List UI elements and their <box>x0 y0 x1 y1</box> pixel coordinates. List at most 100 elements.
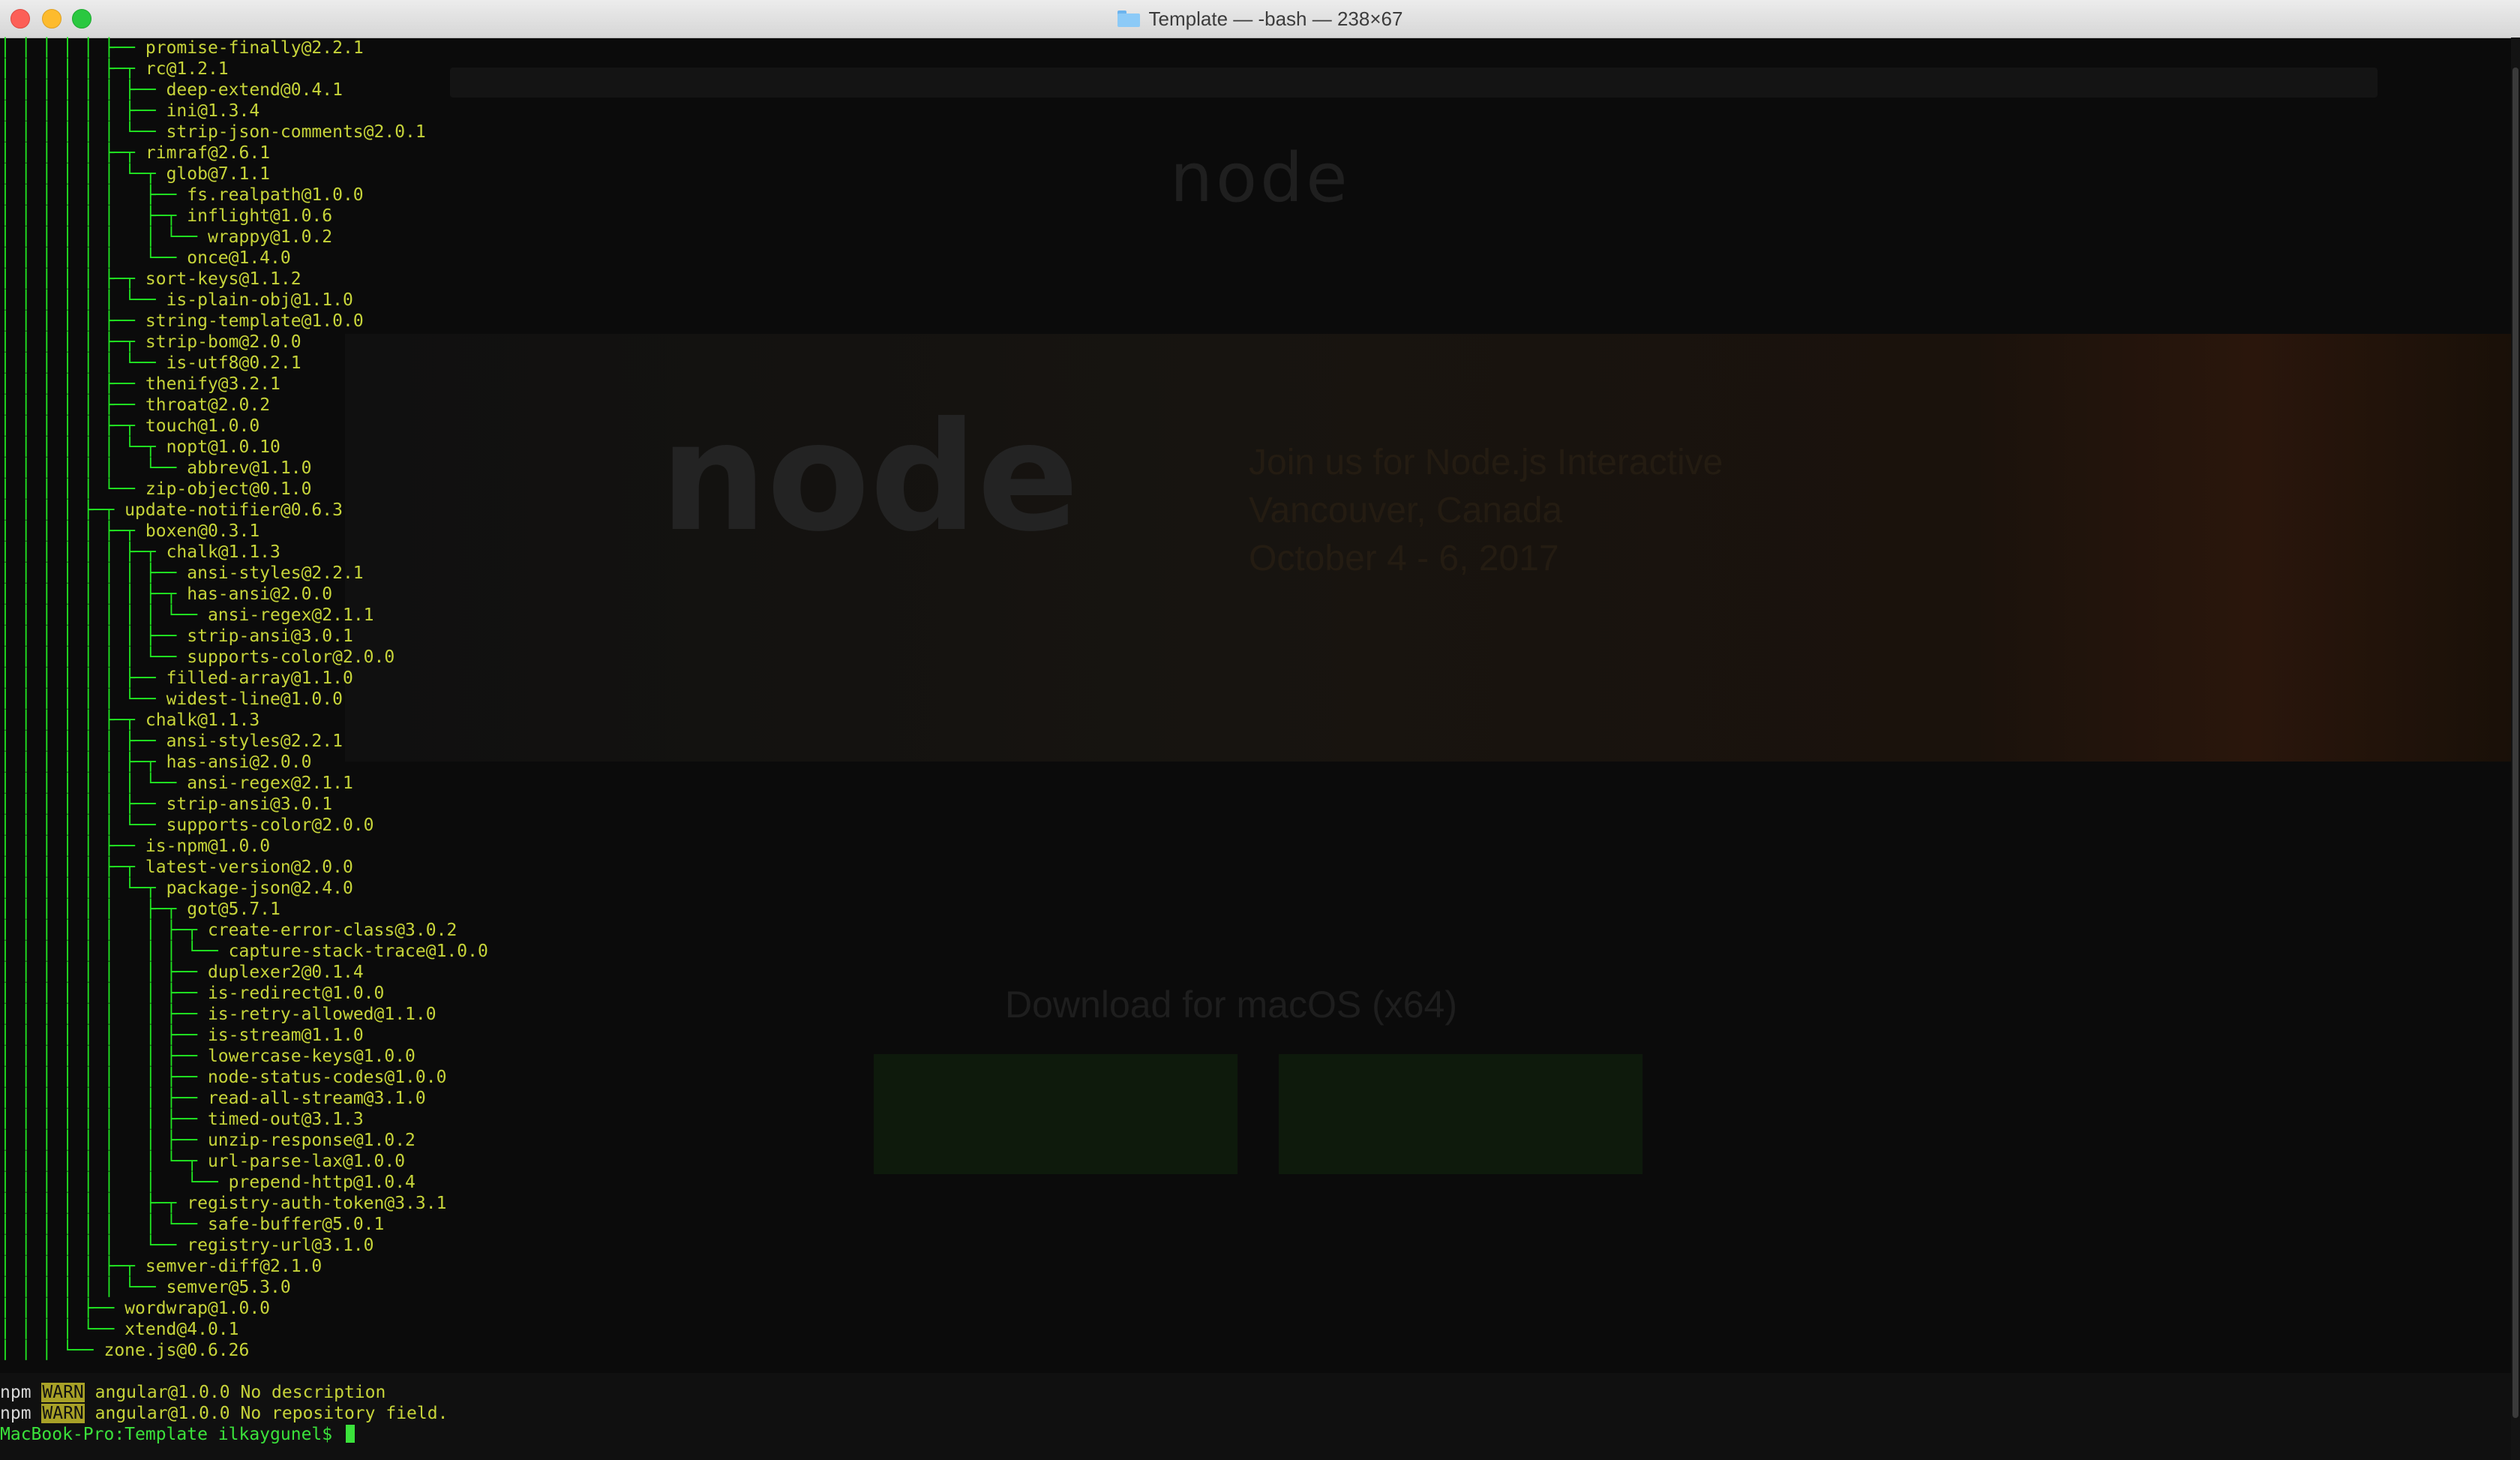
package-name: registry-auth-token@3.3.1 <box>187 1194 447 1213</box>
package-name: filled-array@1.1.0 <box>166 668 353 688</box>
tree-guides: │ │ │ │ │ │ └── <box>0 290 166 310</box>
tree-line: │ │ │ │ │ │ └── widest-line@1.0.0 <box>0 689 2512 710</box>
tree-guides: │ │ │ │ └── <box>0 1320 125 1339</box>
package-name: zip-object@0.1.0 <box>145 479 312 499</box>
tree-line: │ │ │ │ │ │ ├── fs.realpath@1.0.0 <box>0 185 2512 206</box>
tree-guides: │ │ │ │ │ │ └── <box>0 1278 166 1297</box>
warning-message: angular@1.0.0 No repository field. <box>84 1404 448 1423</box>
tree-guides: │ │ │ │ │ ├─┬ <box>0 710 146 730</box>
tree-line: │ │ │ │ │ │ │ │ └── capture-stack-trace@… <box>0 941 2512 962</box>
tree-guides: │ │ │ │ │ ├─┬ <box>0 269 146 289</box>
tree-line: │ │ │ │ │ │ │ ├── node-status-codes@1.0.… <box>0 1067 2512 1088</box>
package-name: once@1.4.0 <box>187 248 291 268</box>
tree-line: │ │ │ │ │ │ ├── filled-array@1.1.0 <box>0 668 2512 689</box>
package-name: thenify@3.2.1 <box>145 374 280 394</box>
package-name: is-stream@1.1.0 <box>207 1026 364 1045</box>
tree-line: │ │ │ │ │ ├── string-template@1.0.0 <box>0 311 2512 332</box>
package-name: node-status-codes@1.0.0 <box>207 1068 447 1087</box>
tree-line: │ │ │ │ │ ├─┬ latest-version@2.0.0 <box>0 857 2512 878</box>
shell-prompt[interactable]: MacBook-Pro:Template ilkaygunel$ <box>0 1424 2512 1445</box>
tree-guides: │ │ │ │ │ │ │ ├── <box>0 1131 208 1150</box>
tree-guides: │ │ │ │ │ │ │ ├── <box>0 563 188 583</box>
package-name: throat@2.0.2 <box>145 395 271 415</box>
tree-guides: │ │ │ │ │ │ └── <box>0 353 166 373</box>
tree-guides: │ │ │ │ │ ├─┬ <box>0 858 146 877</box>
tree-line: │ │ │ │ │ │ ├── ini@1.3.4 <box>0 101 2512 122</box>
package-name: prepend-http@1.0.4 <box>228 1173 416 1192</box>
tree-line: │ │ │ │ │ ├── throat@2.0.2 <box>0 395 2512 416</box>
package-name: chalk@1.1.3 <box>145 710 260 730</box>
package-name: ini@1.3.4 <box>166 101 260 121</box>
package-name: is-retry-allowed@1.1.0 <box>207 1005 436 1024</box>
package-name: wrappy@1.0.2 <box>207 227 333 247</box>
tree-guides: │ │ │ │ │ ├── <box>0 395 146 415</box>
package-name: update-notifier@0.6.3 <box>124 500 343 520</box>
npm-prefix: npm <box>0 1404 42 1423</box>
tree-guides: │ │ │ │ │ │ ├─┬ <box>0 753 166 772</box>
tree-line: │ │ │ │ │ ├── promise-finally@2.2.1 <box>0 38 364 58</box>
tree-line: │ │ │ │ │ ├─┬ sort-keys@1.1.2 <box>0 269 2512 290</box>
package-name: chalk@1.1.3 <box>166 542 280 562</box>
tree-guides: │ │ │ │ │ │ └─┬ <box>0 437 166 457</box>
tree-line: │ │ │ │ │ ├─┬ chalk@1.1.3 <box>0 710 2512 731</box>
npm-warning-line: npm WARN angular@1.0.0 No description <box>0 1382 2512 1403</box>
package-name: sort-keys@1.1.2 <box>145 269 302 289</box>
package-name: timed-out@3.1.3 <box>207 1110 364 1129</box>
tree-line: │ │ │ │ │ │ └── is-utf8@0.2.1 <box>0 353 2512 374</box>
scrollbar[interactable] <box>2511 38 2520 1460</box>
tree-guides: │ │ │ │ │ │ │ ├── <box>0 1005 208 1024</box>
package-name: nopt@1.0.10 <box>166 437 280 457</box>
tree-guides: │ │ │ │ │ │ └─┬ <box>0 879 166 898</box>
package-name: read-all-stream@3.1.0 <box>207 1089 426 1108</box>
package-name: duplexer2@0.1.4 <box>207 963 364 982</box>
tree-line: │ │ │ │ │ ├─┬ strip-bom@2.0.0 <box>0 332 2512 353</box>
package-name: promise-finally@2.2.1 <box>145 38 364 58</box>
package-name: ansi-styles@2.2.1 <box>166 732 343 751</box>
folder-icon <box>1117 11 1140 27</box>
tree-line: │ │ │ │ │ │ ├─┬ got@5.7.1 <box>0 899 2512 920</box>
title-bar[interactable]: Template — -bash — 238×67 <box>0 0 2520 38</box>
package-name: create-error-class@3.0.2 <box>207 921 458 940</box>
scrollbar-thumb[interactable] <box>2512 68 2518 1418</box>
tree-guides: │ │ │ │ │ │ │ │ └── <box>0 942 229 961</box>
tree-guides: │ │ │ │ │ │ │ ├─┬ <box>0 921 208 940</box>
tree-guides: │ │ │ │ │ │ │ ├── <box>0 1047 208 1066</box>
package-name: is-npm@1.0.0 <box>145 837 271 856</box>
tree-line: │ │ │ │ │ │ └── registry-url@3.1.0 <box>0 1235 2512 1256</box>
tree-guides: │ │ │ │ │ ├─┬ <box>0 416 146 436</box>
tree-guides: │ │ │ │ │ │ ├─┬ <box>0 900 188 919</box>
tree-line: │ │ │ │ │ │ └── once@1.4.0 <box>0 248 2512 269</box>
package-name: package-json@2.4.0 <box>166 879 353 898</box>
tree-line: │ │ │ │ │ ├─┬ boxen@0.3.1 <box>0 521 2512 542</box>
package-name: rimraf@2.6.1 <box>145 143 271 163</box>
package-name: glob@7.1.1 <box>166 164 271 184</box>
warning-message: angular@1.0.0 No description <box>84 1383 386 1402</box>
tree-guides: │ │ │ │ │ │ ├─┬ <box>0 542 166 562</box>
tree-line: │ │ │ │ │ ├─┬ touch@1.0.0 <box>0 416 2512 437</box>
tree-guides: │ │ │ │ │ │ └── <box>0 816 166 835</box>
tree-line: │ │ │ │ │ │ │ │ └── ansi-regex@2.1.1 <box>0 605 2512 626</box>
tree-line: │ │ │ │ │ │ │ └── prepend-http@1.0.4 <box>0 1172 2512 1193</box>
package-name: xtend@4.0.1 <box>124 1320 239 1339</box>
tree-guides: │ │ │ │ │ │ │ └─┬ <box>0 1152 208 1171</box>
tree-line: │ │ │ │ │ │ ├─┬ has-ansi@2.0.0 <box>0 752 2512 773</box>
terminal-output[interactable]: │ │ │ │ │ ├── promise-finally@2.2.1 │ │ … <box>0 38 2512 1460</box>
dependency-tree: │ │ │ │ │ ├─┬ rc@1.2.1 │ │ │ │ │ │ ├── de… <box>0 59 2512 1361</box>
tree-guides: │ │ │ │ │ │ ├─┬ <box>0 206 188 226</box>
tree-line: │ │ │ │ │ │ │ ├── is-retry-allowed@1.1.0 <box>0 1004 2512 1025</box>
tree-line: │ │ │ │ │ │ └── is-plain-obj@1.1.0 <box>0 290 2512 311</box>
tree-guides: │ │ │ │ │ │ └── <box>0 122 166 142</box>
tree-line: │ │ │ │ │ ├─┬ semver-diff@2.1.0 <box>0 1256 2512 1277</box>
tree-line: │ │ │ │ │ ├── is-npm@1.0.0 <box>0 836 2512 857</box>
window-title: Template — -bash — 238×67 <box>0 0 2520 38</box>
package-name: registry-url@3.1.0 <box>187 1236 374 1255</box>
package-name: inflight@1.0.6 <box>187 206 333 226</box>
package-name: touch@1.0.0 <box>145 416 260 436</box>
tree-line: │ │ │ │ │ │ ├── deep-extend@0.4.1 <box>0 80 2512 101</box>
package-name: zone.js@0.6.26 <box>104 1341 250 1360</box>
package-name: string-template@1.0.0 <box>145 311 364 331</box>
package-name: supports-color@2.0.0 <box>166 816 374 835</box>
tree-guides: │ │ │ │ │ │ │ ├─┬ <box>0 584 188 604</box>
package-name: supports-color@2.0.0 <box>187 647 395 667</box>
